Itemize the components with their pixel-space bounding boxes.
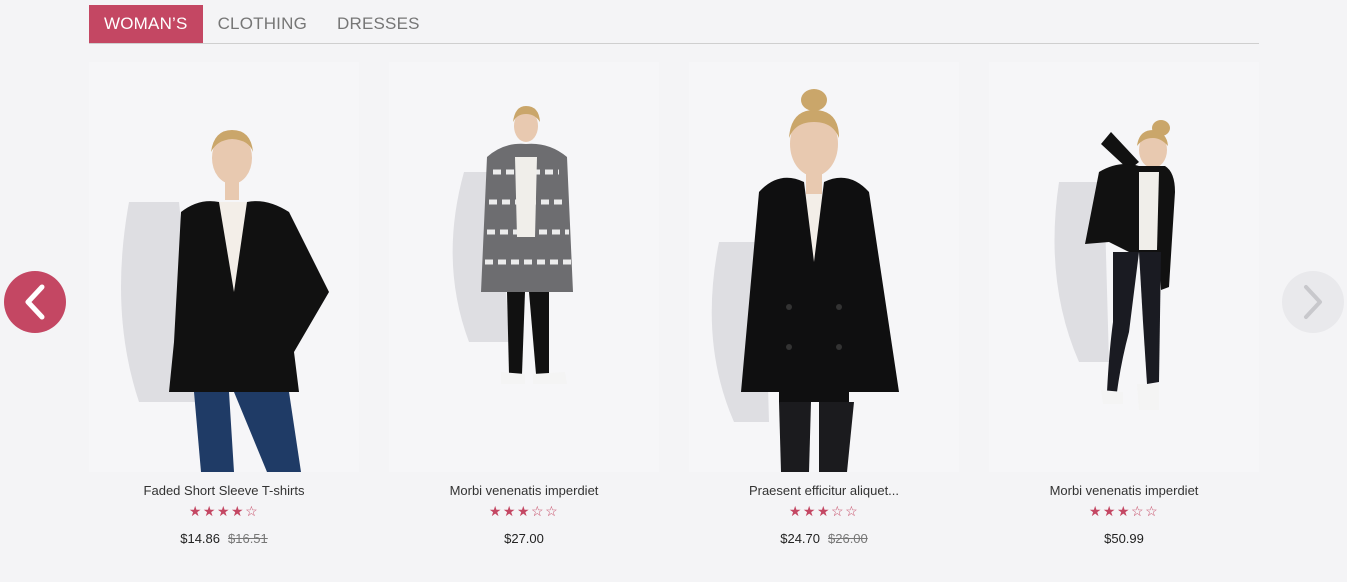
carousel-prev-button[interactable] [4, 271, 66, 333]
product-name[interactable]: Morbi venenatis imperdiet [389, 483, 659, 499]
carousel-next-button[interactable] [1282, 271, 1344, 333]
product-name[interactable]: Morbi venenatis imperdiet [989, 483, 1259, 499]
price-block: $50.99 [989, 531, 1259, 547]
old-price: $16.51 [228, 531, 268, 546]
price-block: $14.86 $16.51 [89, 531, 359, 547]
product-name[interactable]: Praesent efficitur aliquet... [689, 483, 959, 499]
product-image[interactable] [89, 62, 359, 472]
star-rating: ★★★☆☆ [488, 503, 560, 519]
current-price: $27.00 [504, 531, 544, 546]
product-card[interactable]: Faded Short Sleeve T-shirts ★★★★☆ $14.86… [89, 62, 359, 547]
price-block: $27.00 [389, 531, 659, 547]
tab-womans[interactable]: WOMAN’S [89, 5, 203, 43]
product-image[interactable] [689, 62, 959, 472]
product-card[interactable]: Praesent efficitur aliquet... ★★★☆☆ $24.… [689, 62, 959, 547]
product-name[interactable]: Faded Short Sleeve T-shirts [89, 483, 359, 499]
tab-clothing[interactable]: CLOTHING [203, 5, 322, 43]
star-rating: ★★★★☆ [188, 503, 260, 519]
product-image[interactable] [989, 62, 1259, 472]
chevron-left-icon [25, 284, 45, 320]
old-price: $26.00 [828, 531, 868, 546]
star-rating: ★★★☆☆ [788, 503, 860, 519]
product-image[interactable] [389, 62, 659, 472]
current-price: $50.99 [1104, 531, 1144, 546]
price-block: $24.70 $26.00 [689, 531, 959, 547]
product-card[interactable]: Morbi venenatis imperdiet ★★★☆☆ $27.00 [389, 62, 659, 547]
current-price: $14.86 [180, 531, 220, 546]
product-card[interactable]: Morbi venenatis imperdiet ★★★☆☆ $50.99 [989, 62, 1259, 547]
category-tabs: WOMAN’S CLOTHING DRESSES [89, 5, 1259, 44]
current-price: $24.70 [780, 531, 820, 546]
chevron-right-icon [1304, 285, 1322, 319]
star-rating: ★★★☆☆ [1088, 503, 1160, 519]
tab-dresses[interactable]: DRESSES [322, 5, 435, 43]
